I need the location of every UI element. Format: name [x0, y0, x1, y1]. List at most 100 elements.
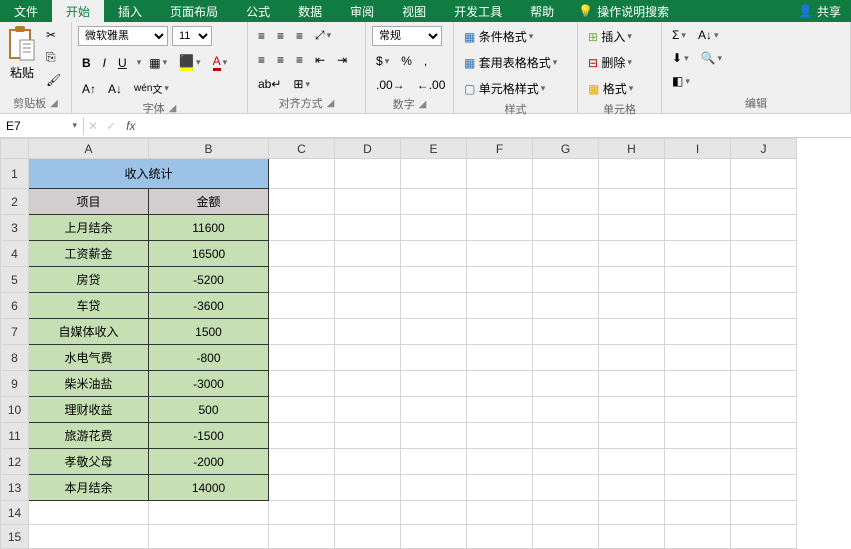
- cell[interactable]: [731, 189, 797, 215]
- cell[interactable]: [401, 267, 467, 293]
- cell[interactable]: [533, 501, 599, 525]
- sort-filter-button[interactable]: A↓▾: [694, 26, 723, 44]
- insert-cells-button[interactable]: ⊞ 插入▾: [584, 26, 637, 47]
- number-format-select[interactable]: 常规: [372, 26, 442, 46]
- name-box[interactable]: E7 ▾: [0, 117, 84, 135]
- align-bottom-button[interactable]: ≡: [292, 27, 307, 45]
- row-header[interactable]: 7: [1, 319, 29, 345]
- col-header[interactable]: D: [335, 139, 401, 159]
- cell[interactable]: [665, 241, 731, 267]
- cell[interactable]: [731, 241, 797, 267]
- row-header[interactable]: 15: [1, 525, 29, 549]
- indent-inc-button[interactable]: ⇥: [333, 51, 351, 69]
- cell[interactable]: [665, 371, 731, 397]
- spreadsheet-grid[interactable]: A B C D E F G H I J 1收入统计2项目金额3上月结余11600…: [0, 138, 851, 549]
- cell[interactable]: [467, 525, 533, 549]
- cell[interactable]: [335, 449, 401, 475]
- cell[interactable]: [467, 319, 533, 345]
- dec-decimal-button[interactable]: ←.00: [413, 76, 450, 94]
- cell[interactable]: [731, 319, 797, 345]
- font-family-select[interactable]: 微软雅黑: [78, 26, 168, 46]
- cell[interactable]: [665, 449, 731, 475]
- table-cell[interactable]: 车贷: [29, 293, 149, 319]
- table-cell[interactable]: -3000: [149, 371, 269, 397]
- fill-button[interactable]: ⬇▾: [668, 49, 693, 67]
- cell[interactable]: [665, 475, 731, 501]
- align-right-button[interactable]: ≡: [292, 51, 307, 69]
- indent-dec-button[interactable]: ⇤: [311, 51, 329, 69]
- cancel-icon[interactable]: ✕: [84, 119, 102, 133]
- cell[interactable]: [467, 267, 533, 293]
- cell[interactable]: [665, 397, 731, 423]
- dialog-launcher-icon[interactable]: ◢: [419, 99, 427, 110]
- cell[interactable]: [335, 159, 401, 189]
- align-center-button[interactable]: ≡: [273, 51, 288, 69]
- cell[interactable]: [269, 159, 335, 189]
- percent-button[interactable]: %: [397, 52, 416, 70]
- cell[interactable]: [731, 525, 797, 549]
- cell[interactable]: [335, 525, 401, 549]
- format-painter-button[interactable]: 🖌: [42, 71, 65, 89]
- tab-review[interactable]: 审阅: [336, 0, 388, 22]
- dialog-launcher-icon[interactable]: ◢: [50, 98, 58, 109]
- cell[interactable]: [335, 319, 401, 345]
- cell[interactable]: [335, 475, 401, 501]
- table-cell[interactable]: 孝敬父母: [29, 449, 149, 475]
- cell[interactable]: [599, 293, 665, 319]
- cell[interactable]: [731, 501, 797, 525]
- cell[interactable]: [401, 501, 467, 525]
- cell[interactable]: [401, 159, 467, 189]
- cell[interactable]: [467, 345, 533, 371]
- cut-button[interactable]: ✂: [42, 26, 65, 44]
- cell[interactable]: [599, 215, 665, 241]
- cell[interactable]: [401, 345, 467, 371]
- cell[interactable]: [269, 319, 335, 345]
- cell[interactable]: [731, 475, 797, 501]
- tab-help[interactable]: 帮助: [516, 0, 568, 22]
- cell[interactable]: [269, 449, 335, 475]
- col-header[interactable]: H: [599, 139, 665, 159]
- table-title[interactable]: 收入统计: [29, 159, 269, 189]
- cell[interactable]: [599, 345, 665, 371]
- table-cell[interactable]: -2000: [149, 449, 269, 475]
- tab-insert[interactable]: 插入: [104, 0, 156, 22]
- cell[interactable]: [533, 345, 599, 371]
- row-header[interactable]: 4: [1, 241, 29, 267]
- cell[interactable]: [401, 475, 467, 501]
- table-cell[interactable]: 房贷: [29, 267, 149, 293]
- cell[interactable]: [401, 319, 467, 345]
- cell[interactable]: [665, 159, 731, 189]
- row-header[interactable]: 1: [1, 159, 29, 189]
- table-header-item[interactable]: 项目: [29, 189, 149, 215]
- tellme-search[interactable]: 💡 操作说明搜索: [568, 0, 679, 22]
- table-cell[interactable]: 水电气费: [29, 345, 149, 371]
- copy-button[interactable]: ⎘: [42, 48, 65, 67]
- row-header[interactable]: 8: [1, 345, 29, 371]
- italic-button[interactable]: I: [99, 54, 110, 72]
- cell[interactable]: [731, 293, 797, 319]
- conditional-format-button[interactable]: ▦ 条件格式▾: [460, 26, 561, 47]
- table-cell[interactable]: -1500: [149, 423, 269, 449]
- cell[interactable]: [599, 423, 665, 449]
- tab-view[interactable]: 视图: [388, 0, 440, 22]
- format-as-table-button[interactable]: ▦ 套用表格格式▾: [460, 52, 561, 73]
- align-left-button[interactable]: ≡: [254, 51, 269, 69]
- select-all-corner[interactable]: [1, 139, 29, 159]
- tab-pagelayout[interactable]: 页面布局: [156, 0, 232, 22]
- cell[interactable]: [401, 525, 467, 549]
- cell[interactable]: [467, 423, 533, 449]
- col-header[interactable]: J: [731, 139, 797, 159]
- cell[interactable]: [269, 397, 335, 423]
- cell[interactable]: [533, 267, 599, 293]
- cell[interactable]: [533, 423, 599, 449]
- cell[interactable]: [269, 371, 335, 397]
- wrap-text-button[interactable]: ab↵: [254, 75, 285, 93]
- cell[interactable]: [401, 397, 467, 423]
- table-cell[interactable]: 11600: [149, 215, 269, 241]
- cell[interactable]: [401, 189, 467, 215]
- cell[interactable]: [599, 475, 665, 501]
- tab-file[interactable]: 文件: [0, 0, 52, 22]
- cell[interactable]: [467, 189, 533, 215]
- align-top-button[interactable]: ≡: [254, 27, 269, 45]
- bold-button[interactable]: B: [78, 54, 95, 72]
